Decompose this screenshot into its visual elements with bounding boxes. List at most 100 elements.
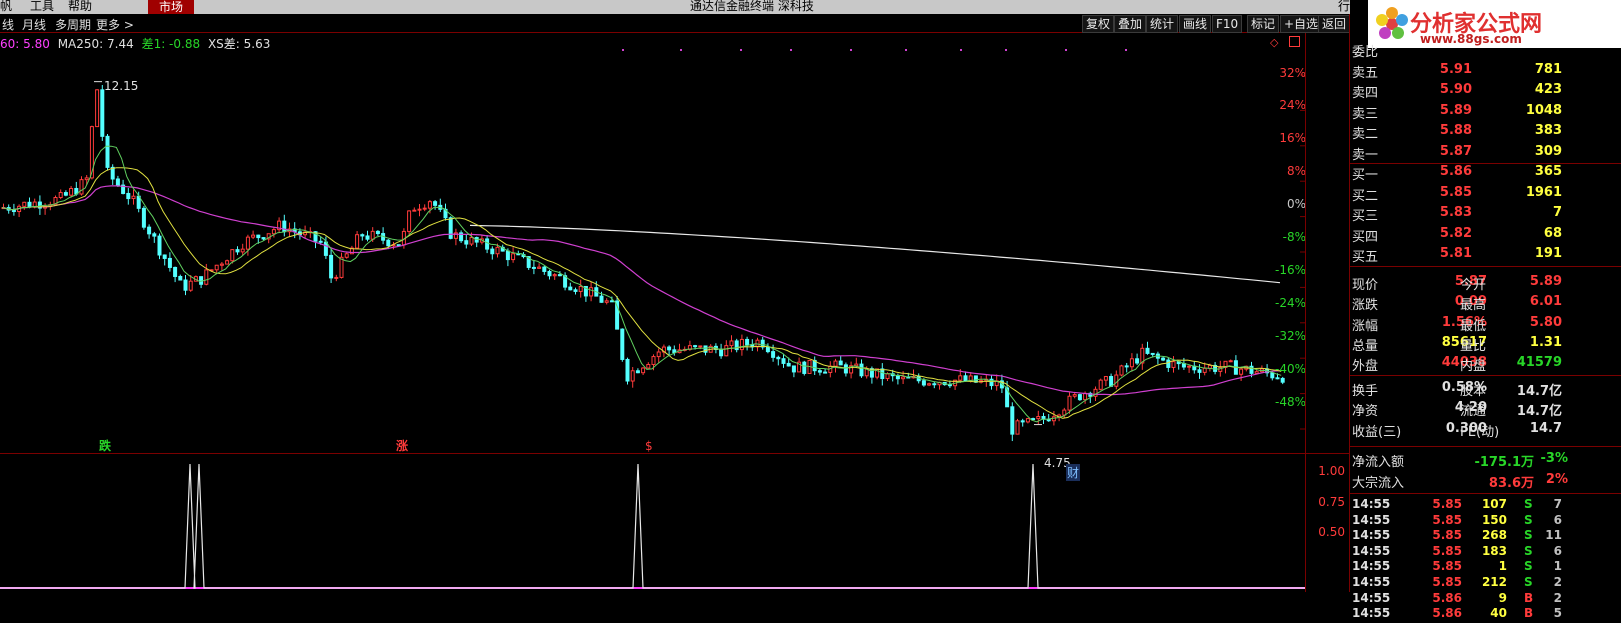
candle [162,254,167,259]
mark-button[interactable]: 标记 [1247,15,1280,33]
more-menu[interactable]: 更多 > [96,16,134,33]
f10-button[interactable]: F10 [1212,15,1243,33]
flow-value: 83.6万 [1488,475,1534,491]
candle [927,383,932,386]
fuquan-button[interactable]: 复权 [1082,15,1115,33]
flow-row: 大宗流入 83.6万 2% [1352,471,1620,491]
candle [323,241,328,256]
candle [219,263,224,266]
candle [318,240,323,243]
candle [667,346,672,351]
square-icon[interactable] [1289,36,1300,47]
overlay-button[interactable]: 叠加 [1114,15,1147,33]
tick-time: 14:55 [1352,528,1391,543]
add-watchlist-button[interactable]: +自选 [1280,15,1323,33]
candle [547,270,552,277]
tick-price: 5.86 [1432,606,1462,621]
tick-count: 1 [1553,559,1562,574]
tick-count: 7 [1553,497,1562,511]
order-book-row[interactable]: 买二 5.85 1961 [1352,185,1620,204]
tick-side: S [1524,528,1533,543]
order-book-row[interactable]: 委比 [1352,41,1620,60]
tick-side: S [1524,575,1533,589]
period-tab-multi[interactable]: 多周期 [55,16,91,33]
high-price-label: 12.15 [104,79,139,93]
period-tab[interactable]: 线 [2,16,14,33]
candle [407,210,412,232]
order-book-row[interactable]: 买一 5.86 365 [1352,164,1620,183]
candle [1150,352,1155,355]
candle [1275,377,1280,380]
signal-dollar: $ [645,439,653,453]
candle [973,375,978,383]
candle [105,135,110,168]
back-button[interactable]: 返回 [1318,15,1350,33]
quote-label: 最高 [1460,298,1487,314]
tick-price: 5.86 [1432,590,1462,605]
signal-die: 跌 [99,439,112,453]
candle [651,356,656,366]
order-price: 5.89 [1439,102,1472,118]
order-book-row[interactable]: 买三 5.83 7 [1352,205,1620,224]
menu-item[interactable]: 工具 [30,0,54,13]
flow-pct: 2% [1545,471,1568,487]
candle [1036,416,1041,420]
candle [396,244,401,247]
order-price: 5.91 [1439,61,1472,77]
candle [334,276,339,279]
candle [490,248,495,255]
stats-row: 净资 4.20 流通 14.7亿 [1352,400,1620,419]
tick-row: 14:55 5.85 107 S 7 [1352,497,1620,514]
draw-button[interactable]: 画线 [1179,15,1212,33]
quote-label: 外盘 [1352,359,1379,375]
menu-item[interactable]: 行 [1338,0,1350,13]
candle [698,345,703,348]
candle [838,360,843,366]
candle [464,240,469,245]
flow-value: -175.1万 [1474,455,1534,470]
tick-volume: 40 [1490,606,1507,621]
divider [1350,266,1621,267]
order-book-row[interactable]: 卖二 5.88 383 [1352,123,1620,142]
candle [609,300,614,303]
menu-item[interactable]: 帮助 [68,0,92,13]
order-label: 卖二 [1352,127,1379,142]
menu-item[interactable]: 帆 [0,0,12,13]
stats-label: 收益(三) [1352,424,1402,440]
candle [833,360,838,367]
candle [823,371,828,374]
order-book-row[interactable]: 买五 5.81 191 [1352,246,1620,265]
tick-volume: 1 [1498,559,1507,574]
stats-button[interactable]: 统计 [1146,15,1179,33]
tick-price: 5.85 [1432,575,1462,589]
candle [412,209,417,212]
candle [188,280,193,291]
kline-chart[interactable] [0,33,1305,453]
candle [537,266,542,269]
ma10-line [1,145,1282,423]
tick-time: 14:55 [1352,606,1391,621]
candle [817,370,822,373]
order-book-row[interactable]: 卖四 5.90 423 [1352,82,1620,101]
order-book-row[interactable]: 买四 5.82 68 [1352,226,1620,245]
tick-count: 11 [1545,528,1562,543]
candle [1280,377,1285,383]
tick-price: 5.85 [1432,497,1462,511]
candle [786,362,791,367]
candle [115,178,120,186]
candle [240,248,245,253]
candle [901,376,906,380]
signal-chart[interactable] [0,454,1305,592]
candle [1135,358,1140,364]
quote-label: 总量 [1352,338,1379,354]
candle [1124,365,1129,368]
period-tab-month[interactable]: 月线 [22,16,46,33]
tick-count: 2 [1553,575,1562,589]
diamond-icon[interactable]: ◇ [1270,36,1278,49]
order-book-row[interactable]: 卖五 5.91 781 [1352,61,1620,81]
candle [557,274,562,277]
quote-row: 现价 5.87 今开 5.89 [1352,274,1620,293]
order-book-row[interactable]: 卖一 5.87 309 [1352,144,1620,163]
market-button[interactable]: 市场 [148,0,194,14]
order-book-row[interactable]: 卖三 5.89 1048 [1352,102,1620,122]
